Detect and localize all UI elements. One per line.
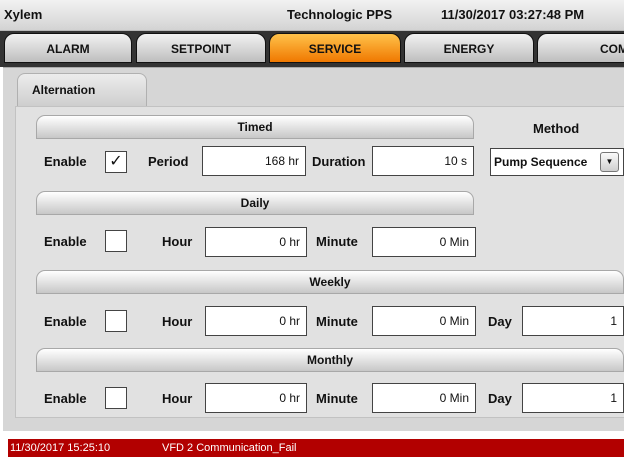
- datetime: 11/30/2017 03:27:48 PM: [441, 7, 585, 22]
- brand-name: Xylem: [4, 7, 43, 22]
- daily-header: Daily: [36, 191, 474, 215]
- app-name: Technologic PPS: [287, 7, 393, 22]
- period-label: Period: [148, 154, 189, 169]
- daily-enable-checkbox[interactable]: [105, 230, 127, 252]
- weekly-hour-label: Hour: [162, 314, 193, 329]
- method-select[interactable]: Pump Sequence ▼: [490, 148, 624, 176]
- monthly-header: Monthly: [36, 348, 624, 372]
- tab-service[interactable]: SERVICE: [269, 33, 401, 63]
- tab-com[interactable]: COM: [537, 33, 624, 63]
- weekly-hour-field[interactable]: 0 hr: [205, 306, 307, 336]
- weekly-header: Weekly: [36, 270, 624, 294]
- duration-field[interactable]: 10 s: [372, 146, 474, 176]
- weekly-enable-checkbox[interactable]: [105, 310, 127, 332]
- weekly-minute-field[interactable]: 0 Min: [372, 306, 476, 336]
- method-label: Method: [533, 121, 580, 136]
- tab-alarm[interactable]: ALARM: [4, 33, 132, 63]
- alarm-banner[interactable]: 11/30/2017 15:25:10 VFD 2 Communication_…: [8, 439, 624, 457]
- method-value: Pump Sequence: [494, 155, 588, 169]
- weekly-day-field[interactable]: 1: [522, 306, 624, 336]
- title-bar: Xylem Technologic PPS 11/30/2017 03:27:4…: [0, 0, 624, 31]
- daily-minute-label: Minute: [316, 234, 358, 249]
- daily-minute-field[interactable]: 0 Min: [372, 227, 476, 257]
- tab-bar: ALARM SETPOINT SERVICE ENERGY COM: [0, 31, 624, 67]
- dropdown-arrow-icon[interactable]: ▼: [600, 152, 619, 172]
- monthly-minute-label: Minute: [316, 391, 358, 406]
- alarm-message: VFD 2 Communication_Fail: [162, 442, 297, 454]
- monthly-enable-checkbox[interactable]: [105, 387, 127, 409]
- weekly-day-label: Day: [488, 314, 512, 329]
- daily-enable-label: Enable: [44, 234, 87, 249]
- alarm-timestamp: 11/30/2017 15:25:10: [10, 442, 111, 454]
- weekly-enable-label: Enable: [44, 314, 87, 329]
- weekly-minute-label: Minute: [316, 314, 358, 329]
- monthly-day-field[interactable]: 1: [522, 383, 624, 413]
- timed-enable-checkbox[interactable]: ✓: [105, 151, 127, 173]
- monthly-enable-label: Enable: [44, 391, 87, 406]
- status-bar: 11/30/2017 15:25:10 VFD 2 Communication_…: [0, 431, 624, 457]
- monthly-minute-field[interactable]: 0 Min: [372, 383, 476, 413]
- tab-setpoint[interactable]: SETPOINT: [136, 33, 266, 63]
- tab-energy[interactable]: ENERGY: [404, 33, 534, 63]
- timed-enable-label: Enable: [44, 154, 87, 169]
- period-field[interactable]: 168 hr: [202, 146, 306, 176]
- timed-header: Timed: [36, 115, 474, 139]
- duration-label: Duration: [312, 154, 366, 169]
- daily-hour-label: Hour: [162, 234, 193, 249]
- checkmark-icon: ✓: [109, 153, 123, 170]
- monthly-day-label: Day: [488, 391, 512, 406]
- tab-alternation[interactable]: Alternation: [17, 73, 147, 107]
- daily-hour-field[interactable]: 0 hr: [205, 227, 307, 257]
- monthly-hour-label: Hour: [162, 391, 193, 406]
- monthly-hour-field[interactable]: 0 hr: [205, 383, 307, 413]
